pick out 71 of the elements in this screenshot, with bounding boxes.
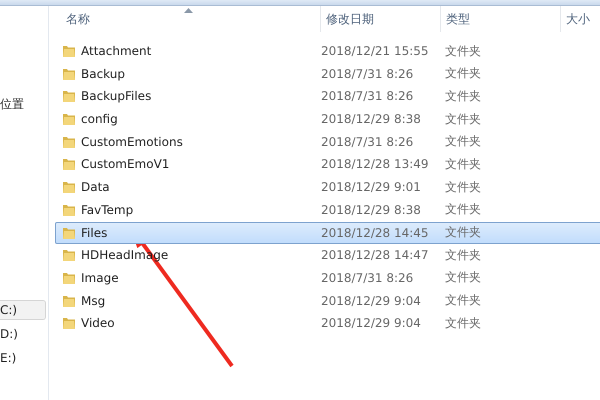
folder-icon <box>62 157 76 172</box>
sort-caret-icon <box>184 8 193 13</box>
file-type: 文件夹 <box>444 133 481 150</box>
file-name: CustomEmotions <box>81 134 183 149</box>
modified-date: 2018/12/29 9:04 <box>320 294 422 308</box>
file-name: Backup <box>81 66 125 81</box>
folder-icon <box>62 134 76 149</box>
file-type: 文件夹 <box>444 156 481 173</box>
folder-icon <box>62 89 76 104</box>
modified-date: 2018/12/28 13:49 <box>320 157 430 172</box>
file-type: 文件夹 <box>444 178 481 196</box>
file-name: BackupFiles <box>81 89 152 104</box>
file-row[interactable]: Files 2018/12/28 14:45 文件夹 <box>55 222 600 244</box>
file-row[interactable]: Msg 2018/12/29 9:04 文件夹 <box>55 290 600 312</box>
file-type: 文件夹 <box>444 269 481 286</box>
file-name: CustomEmoV1 <box>81 157 170 172</box>
file-row[interactable]: CustomEmoV1 2018/12/28 13:49 文件夹 <box>55 153 600 176</box>
file-type: 文件夹 <box>444 201 481 218</box>
nav-item[interactable]: C:) <box>0 300 46 320</box>
file-name: config <box>81 112 118 126</box>
file-row[interactable]: Video 2018/12/29 9:04 文件夹 <box>55 312 600 334</box>
file-type: 文件夹 <box>444 65 481 82</box>
file-row[interactable]: Attachment 2018/12/21 15:55 文件夹 <box>55 40 600 62</box>
modified-date: 2018/7/31 8:26 <box>320 66 414 81</box>
folder-icon <box>62 44 76 58</box>
modified-date: 2018/12/28 14:45 <box>320 226 430 240</box>
file-type: 文件夹 <box>444 314 481 332</box>
modified-date: 2018/12/28 14:47 <box>320 248 430 262</box>
column-header[interactable]: 类型 <box>441 6 561 32</box>
folder-icon <box>62 248 76 262</box>
nav-item[interactable]: 位置 <box>0 94 46 114</box>
folder-icon <box>62 112 76 126</box>
folder-icon <box>62 202 76 217</box>
folder-icon <box>62 66 76 81</box>
file-row[interactable]: FavTemp 2018/12/29 8:38 文件夹 <box>55 198 600 221</box>
file-row[interactable]: Backup 2018/7/31 8:26 文件夹 <box>55 62 600 85</box>
file-name: Attachment <box>81 44 152 58</box>
column-header[interactable]: 修改日期 <box>321 6 441 32</box>
modified-date: 2018/12/29 9:04 <box>320 316 422 330</box>
file-type: 文件夹 <box>444 42 481 60</box>
modified-date: 2018/7/31 8:26 <box>320 134 414 149</box>
file-name: Data <box>81 180 110 194</box>
modified-date: 2018/12/29 9:01 <box>320 180 422 194</box>
folder-icon <box>62 180 76 194</box>
column-header[interactable]: 大小 <box>561 6 600 32</box>
modified-date: 2018/12/29 8:38 <box>320 202 422 217</box>
folder-icon <box>62 316 76 330</box>
modified-date: 2018/12/21 15:55 <box>320 44 430 58</box>
modified-date: 2018/7/31 8:26 <box>320 89 414 104</box>
nav-item[interactable]: E:) <box>0 348 46 368</box>
file-name: FavTemp <box>81 202 134 217</box>
file-type: 文件夹 <box>444 292 481 310</box>
file-row[interactable]: CustomEmotions 2018/7/31 8:26 文件夹 <box>55 130 600 153</box>
file-name: Msg <box>81 294 106 308</box>
file-row[interactable]: config 2018/12/29 8:38 文件夹 <box>55 108 600 130</box>
file-type: 文件夹 <box>444 110 481 128</box>
nav-item[interactable]: D:) <box>0 324 46 344</box>
file-type: 文件夹 <box>444 88 481 105</box>
file-type: 文件夹 <box>444 246 481 264</box>
folder-icon <box>62 226 76 240</box>
file-name: Image <box>81 270 119 285</box>
file-row[interactable]: Data 2018/12/29 9:01 文件夹 <box>55 176 600 198</box>
file-row[interactable]: BackupFiles 2018/7/31 8:26 文件夹 <box>55 85 600 108</box>
file-name: Files <box>81 226 108 240</box>
folder-icon <box>62 270 76 285</box>
modified-date: 2018/7/31 8:26 <box>320 270 414 285</box>
modified-date: 2018/12/29 8:38 <box>320 112 422 126</box>
file-row[interactable]: Image 2018/7/31 8:26 文件夹 <box>55 266 600 289</box>
file-name: Video <box>81 316 115 330</box>
folder-icon <box>62 294 76 308</box>
file-type: 文件夹 <box>444 224 481 241</box>
